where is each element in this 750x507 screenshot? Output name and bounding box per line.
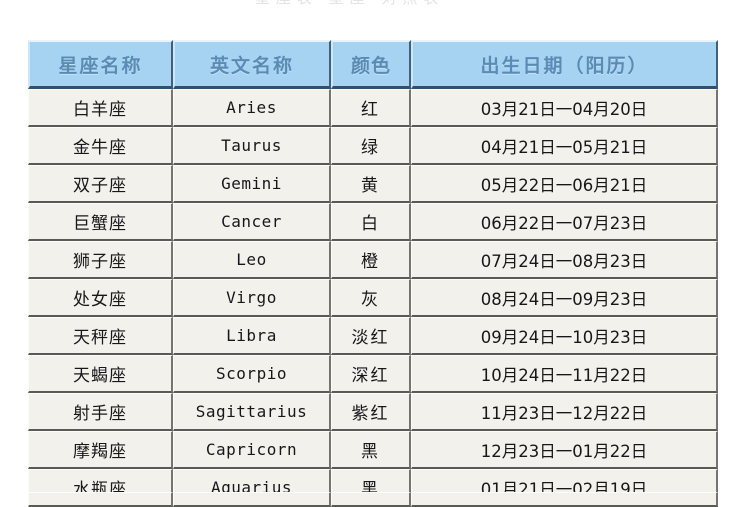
cell-birth-date: 11月23日一12月22日 — [411, 393, 718, 431]
partial-row-cell-color — [331, 492, 411, 500]
partial-row-cell-date — [411, 492, 718, 500]
cell-birth-date: 09月24日一10月23日 — [411, 317, 718, 355]
table-row: 狮子座 Leo 橙 07月24日一08月23日 — [28, 241, 718, 279]
zodiac-table-container: 星座名称 英文名称 颜色 出生日期（阳历） 白羊座 Aries 红 03月21日一04… — [28, 40, 718, 507]
cell-color: 黄 — [331, 165, 411, 203]
table-row: 金牛座 Taurus 绿 04月21日一05月21日 — [28, 127, 718, 165]
cell-color: 黑 — [331, 431, 411, 469]
cell-english-name: Cancer — [173, 203, 331, 241]
partial-row-cell-name — [28, 492, 173, 500]
column-header-birth-date: 出生日期（阳历） — [411, 40, 718, 89]
column-header-color: 颜色 — [331, 40, 411, 89]
cell-english-name: Scorpio — [173, 355, 331, 393]
cell-color: 深红 — [331, 355, 411, 393]
zodiac-table: 星座名称 英文名称 颜色 出生日期（阳历） 白羊座 Aries 红 03月21日一04… — [28, 40, 718, 507]
cell-birth-date: 12月23日一01月22日 — [411, 431, 718, 469]
table-row: 水瓶座 Aquarius 黑 01月21日一02月19日 — [28, 469, 718, 507]
cell-birth-date: 08月24日一09月23日 — [411, 279, 718, 317]
cell-color: 淡红 — [331, 317, 411, 355]
table-row: 巨蟹座 Cancer 白 06月22日一07月23日 — [28, 203, 718, 241]
cell-zodiac-name: 天蝎座 — [28, 355, 173, 393]
table-row: 双子座 Gemini 黄 05月22日一06月21日 — [28, 165, 718, 203]
cropped-title-text: 星座表 星座 对照表 — [255, 0, 445, 8]
column-header-zodiac-name: 星座名称 — [28, 40, 173, 89]
cell-zodiac-name: 水瓶座 — [28, 469, 173, 507]
cell-birth-date: 05月22日一06月21日 — [411, 165, 718, 203]
cell-english-name: Virgo — [173, 279, 331, 317]
cell-zodiac-name: 处女座 — [28, 279, 173, 317]
table-body: 白羊座 Aries 红 03月21日一04月20日 金牛座 Taurus 绿 04月21日一0… — [28, 89, 718, 507]
table-row: 天秤座 Libra 淡红 09月24日一10月23日 — [28, 317, 718, 355]
cell-zodiac-name: 白羊座 — [28, 89, 173, 127]
cell-color: 绿 — [331, 127, 411, 165]
cell-english-name: Capricorn — [173, 431, 331, 469]
cell-english-name: Sagittarius — [173, 393, 331, 431]
cell-zodiac-name: 双子座 — [28, 165, 173, 203]
partial-row-cell-english — [173, 492, 331, 500]
cell-color: 灰 — [331, 279, 411, 317]
cell-english-name: Libra — [173, 317, 331, 355]
column-header-english-name: 英文名称 — [173, 40, 331, 89]
cell-zodiac-name: 金牛座 — [28, 127, 173, 165]
cell-color: 黑 — [331, 469, 411, 507]
cell-english-name: Leo — [173, 241, 331, 279]
cell-zodiac-name: 狮子座 — [28, 241, 173, 279]
table-row: 处女座 Virgo 灰 08月24日一09月23日 — [28, 279, 718, 317]
partial-cropped-row — [28, 492, 718, 500]
table-row: 天蝎座 Scorpio 深红 10月24日一11月22日 — [28, 355, 718, 393]
cell-birth-date: 03月21日一04月20日 — [411, 89, 718, 127]
cell-color: 紫红 — [331, 393, 411, 431]
table-header-row: 星座名称 英文名称 颜色 出生日期（阳历） — [28, 40, 718, 89]
cell-zodiac-name: 天秤座 — [28, 317, 173, 355]
table-row: 摩羯座 Capricorn 黑 12月23日一01月22日 — [28, 431, 718, 469]
cell-zodiac-name: 射手座 — [28, 393, 173, 431]
table-header: 星座名称 英文名称 颜色 出生日期（阳历） — [28, 40, 718, 89]
cell-english-name: Taurus — [173, 127, 331, 165]
cell-zodiac-name: 巨蟹座 — [28, 203, 173, 241]
cell-english-name: Aquarius — [173, 469, 331, 507]
cell-birth-date: 01月21日一02月19日 — [411, 469, 718, 507]
cell-birth-date: 07月24日一08月23日 — [411, 241, 718, 279]
cell-color: 红 — [331, 89, 411, 127]
cell-english-name: Gemini — [173, 165, 331, 203]
cell-english-name: Aries — [173, 89, 331, 127]
table-row: 射手座 Sagittarius 紫红 11月23日一12月22日 — [28, 393, 718, 431]
cropped-top-text-strip: 星座表 星座 对照表 — [0, 0, 750, 10]
cell-birth-date: 10月24日一11月22日 — [411, 355, 718, 393]
cell-color: 橙 — [331, 241, 411, 279]
cell-birth-date: 04月21日一05月21日 — [411, 127, 718, 165]
cell-color: 白 — [331, 203, 411, 241]
cell-zodiac-name: 摩羯座 — [28, 431, 173, 469]
table-row: 白羊座 Aries 红 03月21日一04月20日 — [28, 89, 718, 127]
cell-birth-date: 06月22日一07月23日 — [411, 203, 718, 241]
